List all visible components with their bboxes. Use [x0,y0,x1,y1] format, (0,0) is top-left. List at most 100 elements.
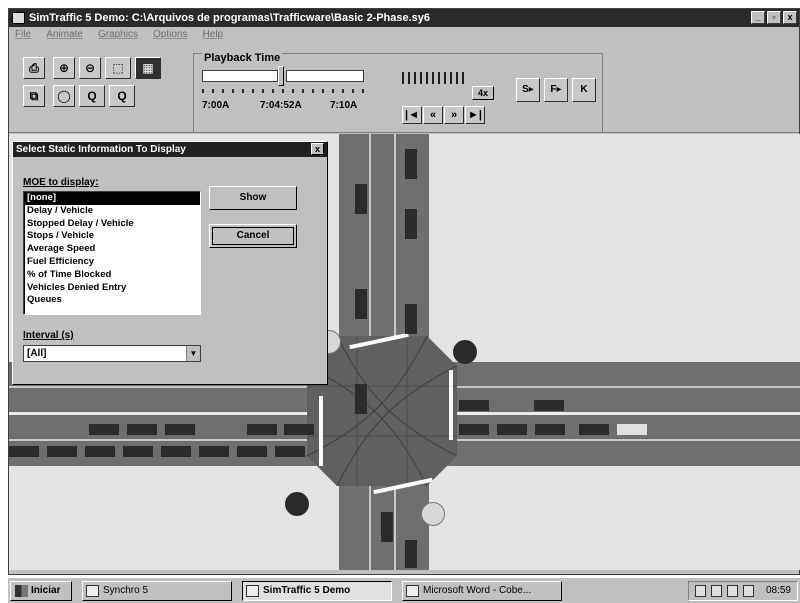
median-line [449,412,800,415]
task-word[interactable]: Microsoft Word - Cobe... [402,581,562,601]
speed-slider[interactable] [402,72,466,84]
map-view-icon: ▦ [142,61,154,75]
minimize-button[interactable]: _ [751,11,765,24]
tray-volume-icon[interactable] [727,585,738,597]
rewind-button[interactable]: « [423,106,443,124]
vehicle [85,446,115,457]
crosswalk-west [319,396,323,466]
tray-pen-icon[interactable] [711,585,722,597]
dialog-title: Select Static Information To Display [16,144,186,155]
dialog-close-button[interactable]: x [311,143,324,155]
vehicle [275,446,305,457]
moe-option[interactable]: Vehicles Denied Entry [24,282,200,295]
task-simtraffic[interactable]: SimTraffic 5 Demo [242,581,392,601]
chevron-down-icon[interactable]: ▼ [186,346,200,361]
simtraffic-icon [246,585,259,597]
vehicle [237,446,267,457]
close-button[interactable]: x [783,11,797,24]
moe-option[interactable]: Fuel Efficiency [24,256,200,269]
synchro-icon [86,585,99,597]
moe-option[interactable]: % of Time Blocked [24,269,200,282]
moe-option[interactable]: Delay / Vehicle [24,205,200,218]
playback-slider-thumb[interactable] [278,66,285,86]
vehicle [497,424,527,435]
vehicle [617,424,647,435]
vehicle [161,446,191,457]
moe-option[interactable]: [none] [24,192,200,205]
vehicle [355,384,367,414]
crosswalk-east [449,370,453,440]
flow-button[interactable]: F▸ [544,78,568,102]
record-button[interactable]: K [572,78,596,102]
taskbar: Iniciar Synchro 5 SimTraffic 5 Demo Micr… [8,577,800,603]
zoom-window-button[interactable]: ⬚ [105,57,131,79]
vehicle [284,424,314,435]
vehicle [459,424,489,435]
fast-forward-button[interactable]: » [444,106,464,124]
start-button[interactable]: Iniciar [10,581,72,601]
signals-button[interactable]: S▸ [516,78,540,102]
go-to-start-button[interactable]: |◄ [402,106,422,124]
moe-option[interactable]: Average Speed [24,243,200,256]
lane-line [394,484,396,570]
interval-label: Interval (s) [23,330,74,341]
toolbar: ⎙ ⧉ ⊕ ⊖ ⬚ ▦ ◯ Q Q Playback Time 7:00A 7:… [9,43,799,133]
title-bar[interactable]: SimTraffic 5 Demo: C:\Arquivos de progra… [9,9,799,27]
vehicle [459,400,489,411]
median-line [9,412,309,415]
interval-select[interactable]: [All] ▼ [23,345,201,362]
lane-line [449,386,800,388]
maximize-button[interactable]: ▫ [767,11,781,24]
menu-file[interactable]: File [9,27,37,40]
task-synchro[interactable]: Synchro 5 [82,581,232,601]
zoom-scale-button[interactable]: Q [109,85,135,107]
dialog-title-bar[interactable]: Select Static Information To Display x [13,142,327,157]
vehicle [405,149,417,179]
moe-option[interactable]: Queues [24,294,200,307]
playback-label: Playback Time [202,52,283,64]
copy-button[interactable]: ⧉ [23,85,45,107]
zoom-scale-icon: Q [117,89,127,103]
start-label: Iniciar [31,585,61,596]
vehicle [89,424,119,435]
moe-option[interactable]: Stops / Vehicle [24,230,200,243]
vehicle [123,446,153,457]
zoom-out-icon: ⊖ [84,61,96,75]
simtraffic-app-icon [12,12,25,24]
lane-line [369,484,371,570]
menu-options[interactable]: Options [147,27,193,40]
vehicle [247,424,277,435]
zoom-out-button[interactable]: ⊖ [79,57,101,79]
menu-animate[interactable]: Animate [40,27,89,40]
vehicle [355,184,367,214]
playback-slider-track-end[interactable] [286,70,364,82]
zoom-in-button[interactable]: ⊕ [53,57,75,79]
signal-light [453,340,477,364]
vehicle [127,424,157,435]
show-button[interactable]: Show [209,186,297,210]
tray-network-icon[interactable] [695,585,706,597]
lane-line [369,134,371,344]
playback-slider-track[interactable] [202,70,278,82]
moe-listbox[interactable]: [none] Delay / Vehicle Stopped Delay / Veh… [23,191,201,315]
print-button[interactable]: ⎙ [23,57,45,79]
map-view-button[interactable]: ▦ [135,57,161,79]
signal-light [285,492,309,516]
moe-option[interactable]: Stopped Delay / Vehicle [24,218,200,231]
menu-help[interactable]: Help [197,27,230,40]
task-label: SimTraffic 5 Demo [263,585,351,596]
cancel-button[interactable]: Cancel [209,224,297,248]
vehicle [535,424,565,435]
playback-current-time: 7:04:52A [260,100,302,111]
zoom-previous-button[interactable]: Q [79,85,105,107]
vehicle [47,446,77,457]
tray-speaker-icon[interactable] [743,585,754,597]
zoom-all-button[interactable]: ◯ [53,85,75,107]
lane-line [9,386,309,388]
copy-icon: ⧉ [29,89,39,103]
intersection-paths [307,336,457,486]
menu-graphics[interactable]: Graphics [92,27,144,40]
zoom-in-icon: ⊕ [58,61,70,75]
menu-bar: File Animate Graphics Options Help [9,27,799,43]
go-to-end-button[interactable]: ►| [465,106,485,124]
